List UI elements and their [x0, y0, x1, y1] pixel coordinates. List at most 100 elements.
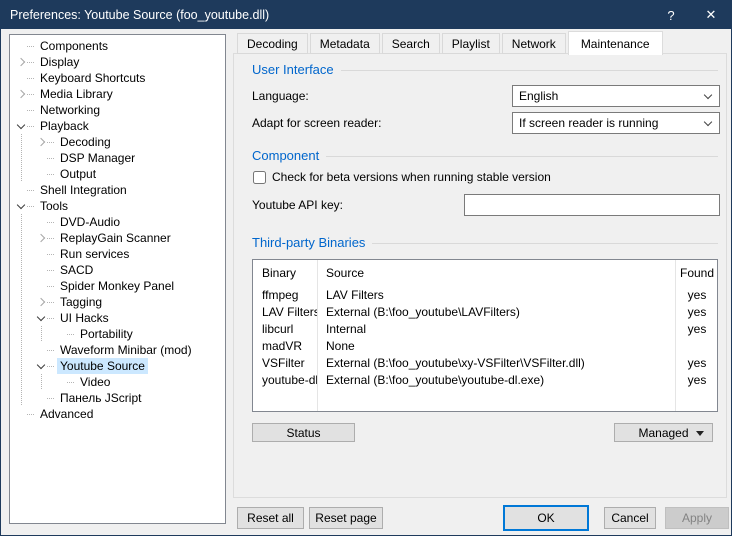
language-select-value: English: [519, 89, 558, 103]
tree-item-advanced[interactable]: Advanced: [10, 406, 225, 422]
tree-connector: [27, 46, 34, 47]
tree-connector: [27, 94, 34, 95]
table-row-madvr[interactable]: madVRNone: [253, 337, 717, 354]
collapsed-chevron-icon[interactable]: [15, 86, 27, 102]
chevron-down-icon: [704, 91, 712, 99]
collapsed-chevron-icon[interactable]: [35, 230, 47, 246]
beta-checkbox[interactable]: [253, 171, 266, 184]
table-cell: yes: [675, 322, 718, 336]
table-cell: libcurl: [253, 322, 317, 336]
collapsed-chevron-icon[interactable]: [35, 134, 47, 150]
tree-item-waveform-minibar-mod[interactable]: Waveform Minibar (mod): [10, 342, 225, 358]
expanded-chevron-icon[interactable]: [35, 358, 47, 374]
table-row-vsfilter[interactable]: VSFilterExternal (B:\foo_youtube\xy-VSFi…: [253, 354, 717, 371]
tab-label: Search: [392, 37, 430, 51]
tree-connector: [27, 206, 34, 207]
tree-item-tools[interactable]: Tools: [10, 198, 225, 214]
tab-metadata[interactable]: Metadata: [310, 33, 380, 54]
collapsed-chevron-icon[interactable]: [15, 54, 27, 70]
table-cell: None: [317, 339, 675, 353]
tree-item-sacd[interactable]: SACD: [10, 262, 225, 278]
tree-item-display[interactable]: Display: [10, 54, 225, 70]
tree-item-label: Media Library: [37, 86, 116, 102]
reset-page-button[interactable]: Reset page: [309, 507, 383, 529]
tree-line: [15, 102, 27, 118]
tree-item-label: Shell Integration: [37, 182, 130, 198]
beta-checkbox-row: Check for beta versions when running sta…: [253, 170, 551, 184]
expanded-chevron-icon[interactable]: [15, 118, 27, 134]
tree-item-dsp-manager[interactable]: DSP Manager: [10, 150, 225, 166]
reset-all-button[interactable]: Reset all: [237, 507, 304, 529]
section-divider: [341, 70, 718, 71]
column-header-binary: Binary: [253, 266, 317, 280]
tree-connector: [47, 318, 54, 319]
tree-item-replaygain-scanner[interactable]: ReplayGain Scanner: [10, 230, 225, 246]
tree-item-label: Spider Monkey Panel: [57, 278, 177, 294]
tab-label: Metadata: [320, 37, 370, 51]
tree-item-ui-hacks[interactable]: UI Hacks: [10, 310, 225, 326]
screen-reader-select[interactable]: If screen reader is running: [512, 112, 720, 134]
tab-label: Playlist: [452, 37, 490, 51]
table-row-ffmpeg[interactable]: ffmpegLAV Filtersyes: [253, 286, 717, 303]
tree-connector: [47, 270, 54, 271]
tab-network[interactable]: Network: [502, 33, 566, 54]
component-tree: ComponentsDisplayKeyboard ShortcutsMedia…: [9, 34, 226, 524]
tree-item-youtube-source[interactable]: Youtube Source: [10, 358, 225, 374]
tree-item-keyboard-shortcuts[interactable]: Keyboard Shortcuts: [10, 70, 225, 86]
tree-item-shell-integration[interactable]: Shell Integration: [10, 182, 225, 198]
table-row-youtube-dl[interactable]: youtube-dlExternal (B:\foo_youtube\youtu…: [253, 371, 717, 388]
tree-connector: [27, 126, 34, 127]
api-key-label: Youtube API key:: [252, 194, 343, 216]
tree-item-tagging[interactable]: Tagging: [10, 294, 225, 310]
tab-playlist[interactable]: Playlist: [442, 33, 500, 54]
expanded-chevron-icon[interactable]: [15, 198, 27, 214]
tree-line: [35, 278, 47, 294]
tree-item-components[interactable]: Components: [10, 38, 225, 54]
tree-item-label: Run services: [57, 246, 132, 262]
help-button[interactable]: ?: [651, 1, 691, 29]
tree-item-dvd-audio[interactable]: DVD-Audio: [10, 214, 225, 230]
tree-line: [15, 38, 27, 54]
expanded-chevron-icon[interactable]: [35, 310, 47, 326]
tree-connector: [27, 190, 34, 191]
tree-item-video[interactable]: Video: [10, 374, 225, 390]
beta-checkbox-label: Check for beta versions when running sta…: [272, 170, 551, 184]
tree-item-run-services[interactable]: Run services: [10, 246, 225, 262]
tree-item-spider-monkey-panel[interactable]: Spider Monkey Panel: [10, 278, 225, 294]
window-title: Preferences: Youtube Source (foo_youtube…: [1, 8, 651, 22]
tree-item-label: Output: [57, 166, 99, 182]
apply-button-disabled: Apply: [665, 507, 729, 529]
api-key-input[interactable]: [464, 194, 720, 216]
table-cell: yes: [675, 288, 718, 302]
tab-decoding[interactable]: Decoding: [237, 33, 308, 54]
table-header-row: BinarySourceFound: [253, 260, 717, 286]
collapsed-chevron-icon[interactable]: [35, 294, 47, 310]
table-cell: LAV Filters: [317, 288, 675, 302]
section-title: Component: [252, 148, 319, 163]
status-button[interactable]: Status: [252, 423, 355, 442]
tree-item-media-library[interactable]: Media Library: [10, 86, 225, 102]
section-divider: [372, 243, 718, 244]
tab-maintenance[interactable]: Maintenance: [568, 31, 663, 55]
ok-button[interactable]: OK: [503, 505, 589, 531]
language-select[interactable]: English: [512, 85, 720, 107]
table-row-libcurl[interactable]: libcurlInternalyes: [253, 320, 717, 337]
tree-line: [35, 166, 47, 182]
tree-item-output[interactable]: Output: [10, 166, 225, 182]
tree-item-decoding[interactable]: Decoding: [10, 134, 225, 150]
tree-connector: [47, 254, 54, 255]
tab-label: Network: [512, 37, 556, 51]
tree-item-portability[interactable]: Portability: [10, 326, 225, 342]
dropdown-arrow-icon: [696, 431, 704, 436]
table-row-lav-filters[interactable]: LAV FiltersExternal (B:\foo_youtube\LAVF…: [253, 303, 717, 320]
table-cell: External (B:\foo_youtube\LAVFilters): [317, 305, 675, 319]
close-button[interactable]: ✕: [691, 1, 731, 29]
managed-dropdown-button[interactable]: Managed: [614, 423, 713, 442]
tree-item-панель-jscript[interactable]: Панель JScript: [10, 390, 225, 406]
tab-search[interactable]: Search: [382, 33, 440, 54]
tree-item-networking[interactable]: Networking: [10, 102, 225, 118]
chevron-down-icon: [704, 118, 712, 126]
tree-item-playback[interactable]: Playback: [10, 118, 225, 134]
cancel-button[interactable]: Cancel: [604, 507, 656, 529]
tree-connector: [47, 238, 54, 239]
